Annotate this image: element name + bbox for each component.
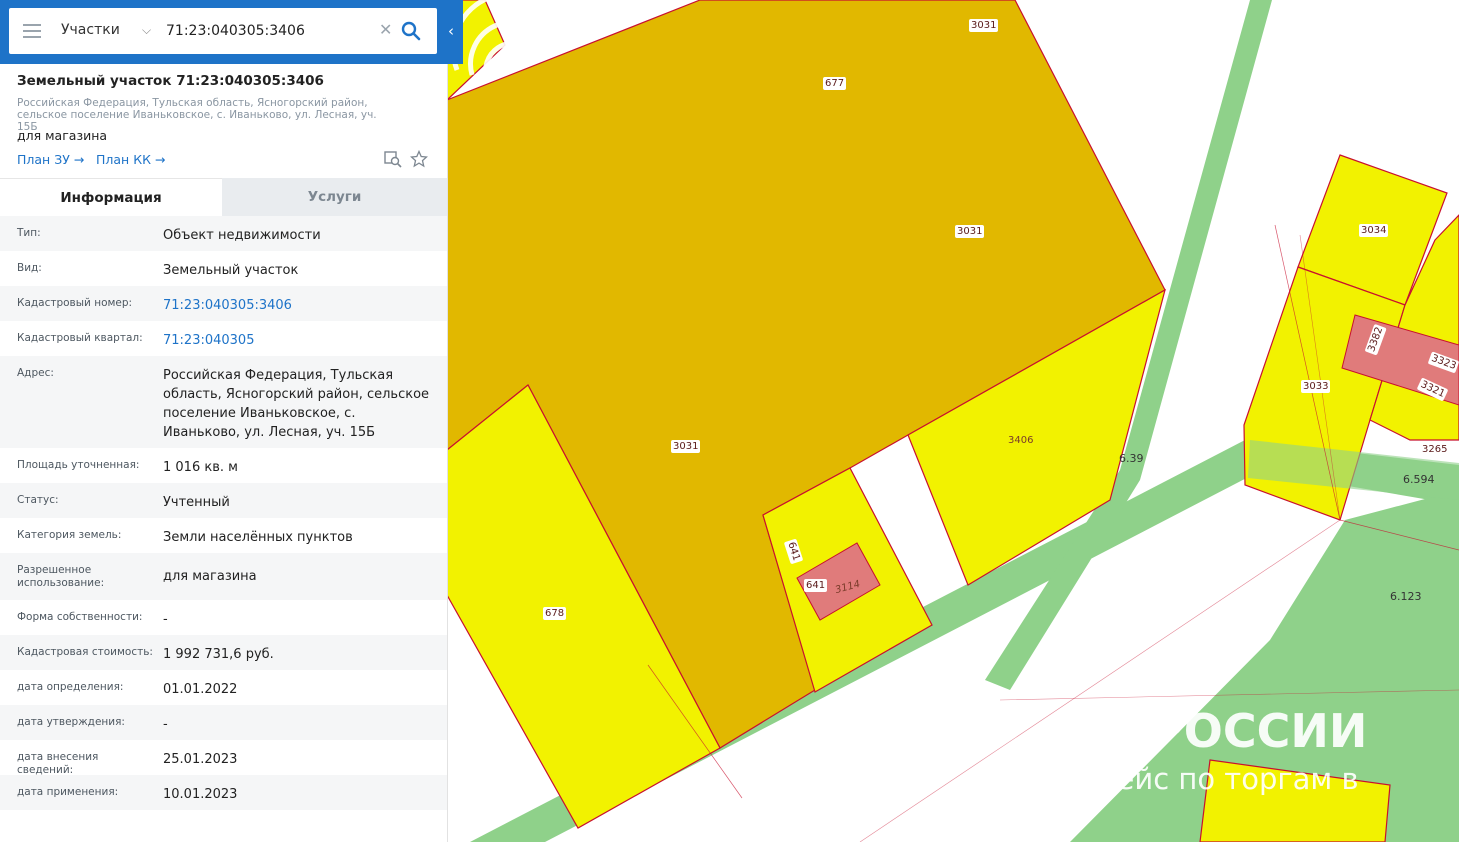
chevron-down-icon[interactable]: ⌵ [142,23,151,38]
map-label-3406: 3406 [1008,435,1034,446]
map-label-3034: 3034 [1359,224,1389,237]
watermark-subtitle: лейс по торгам в [1098,762,1359,796]
row-value: 1 016 кв. м [163,460,238,475]
row-value: - [163,612,168,627]
row-label: дата утверждения: [17,716,125,728]
info-row-cadastral-quarter: Кадастровый квартал: 71:23:040305 [0,321,447,356]
plan-kk-link[interactable]: План КК → [96,152,165,167]
info-row-kind: Вид: Земельный участок [0,251,447,286]
search-icon[interactable] [401,21,421,41]
map-label-6-39: 6.39 [1119,452,1144,465]
menu-icon[interactable] [23,24,41,38]
row-value: Объект недвижимости [163,228,321,243]
info-row-date-applied: дата применения: 10.01.2023 [0,775,447,810]
map-label-641: 641 [804,579,828,592]
row-label: Вид: [17,262,42,274]
close-icon[interactable]: ✕ [379,20,392,39]
object-title: Земельный участок 71:23:040305:3406 [17,73,324,89]
chevron-left-icon[interactable]: ‹ [448,22,454,40]
row-value: - [163,717,168,732]
watermark-title: РОССИИ [1150,704,1368,758]
search-bar: Участки ⌵ ✕ ‹ [0,0,463,64]
info-sidebar: Участки ⌵ ✕ ‹ Земельный участок 71:23:04… [0,0,463,842]
zoom-to-object-icon[interactable] [384,150,402,168]
cadastral-number-link[interactable]: 71:23:040305:3406 [163,296,433,315]
search-box: Участки ⌵ ✕ [9,8,437,54]
row-label: дата определения: [17,681,124,693]
tab-services[interactable]: Услуги [222,178,447,216]
tab-information[interactable]: Информация [0,178,222,217]
row-label: дата внесения сведений: [17,751,99,776]
row-label: Разрешенное использование: [17,564,105,589]
map-label-3265: 3265 [1420,443,1450,456]
search-input[interactable] [166,18,371,44]
info-tabs: Информация Услуги [0,178,447,217]
row-label: Площадь уточненная: [17,459,140,471]
row-label: Адрес: [17,367,54,379]
map-label-3033: 3033 [1301,380,1331,393]
info-row-area: Площадь уточненная: 1 016 кв. м [0,448,447,483]
row-label: дата применения: [17,786,119,798]
row-label: Кадастровый квартал: [17,332,143,344]
info-row-land-category: Категория земель: Земли населённых пункт… [0,518,447,553]
row-value: 10.01.2023 [163,787,238,802]
map-label-6-594: 6.594 [1403,473,1435,486]
row-label: Форма собственности: [17,611,143,623]
info-row-ownership: Форма собственности: - [0,600,447,635]
row-label: Кадастровый номер: [17,297,133,309]
row-value: 01.01.2022 [163,682,238,697]
row-label: Тип: [17,227,41,239]
info-row-status: Статус: Учтенный [0,483,447,518]
info-row-cadastral-number: Кадастровый номер: 71:23:040305:3406 [0,286,447,321]
map-label-678: 678 [543,607,567,620]
plan-zu-link[interactable]: План ЗУ → [17,152,84,167]
map-label-3031: 3031 [969,19,999,32]
star-icon[interactable] [410,150,428,168]
watermark-logo-icon [450,0,565,81]
info-row-date-approved: дата утверждения: - [0,705,447,740]
info-row-date-determined: дата определения: 01.01.2022 [0,670,447,705]
row-label: Статус: [17,494,59,506]
map-label-3031: 3031 [955,225,985,238]
info-row-permitted-use: Разрешенное использование: для магазина [0,553,447,600]
row-value: для магазина [163,569,257,584]
row-value: Российская Федерация, Тульская область, … [163,368,430,440]
row-label: Кадастровая стоимость: [17,646,153,658]
map-label-3031: 3031 [671,440,701,453]
map-label-677: 677 [823,77,847,90]
row-value: Земли населённых пунктов [163,530,353,545]
category-select[interactable]: Участки [61,22,120,38]
info-row-date-entered: дата внесения сведений: 25.01.2023 [0,740,447,776]
row-label: Категория земель: [17,529,122,541]
info-table: Тип: Объект недвижимости Вид: Земельный … [0,216,447,810]
object-purpose: для магазина [17,128,108,143]
row-value: Земельный участок [163,263,299,278]
info-row-address: Адрес: Российская Федерация, Тульская об… [0,356,447,448]
row-value: Учтенный [163,495,230,510]
map-label-6-123: 6.123 [1390,590,1422,603]
row-value: 25.01.2023 [163,752,238,767]
info-row-cadastral-value: Кадастровая стоимость: 1 992 731,6 руб. [0,635,447,670]
row-value: 1 992 731,6 руб. [163,647,274,662]
info-row-type: Тип: Объект недвижимости [0,216,447,251]
cadastral-quarter-link[interactable]: 71:23:040305 [163,331,433,350]
